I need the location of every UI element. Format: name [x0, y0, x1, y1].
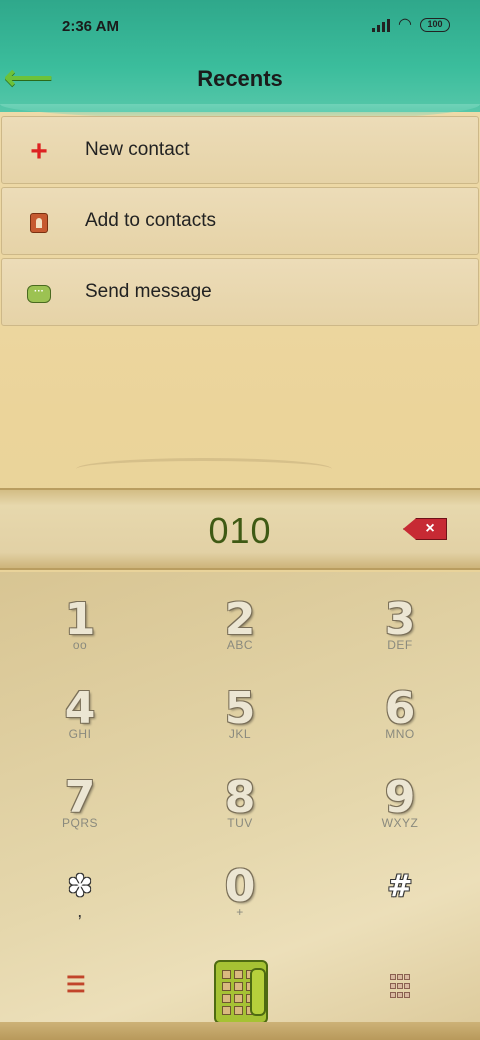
key-5[interactable]: 5 JKL: [160, 671, 320, 760]
key-hash[interactable]: #: [320, 849, 480, 938]
key-digit: 9: [384, 772, 416, 823]
key-digit: 1: [64, 594, 96, 645]
voicemail-icon: ᴏᴏ: [72, 638, 88, 652]
bottom-strip: [0, 1022, 480, 1040]
key-3[interactable]: 3 DEF: [320, 582, 480, 671]
key-digit: 8: [224, 772, 256, 823]
add-to-contacts-label: Add to contacts: [85, 210, 216, 231]
key-letters: +: [236, 905, 244, 919]
status-bar: 2:36 AM ◠ 100: [0, 14, 480, 42]
key-4[interactable]: 4 GHI: [0, 671, 160, 760]
key-digit: 5: [224, 683, 256, 734]
key-6[interactable]: 6 MNO: [320, 671, 480, 760]
key-letters: WXYZ: [381, 816, 419, 830]
key-0[interactable]: 0 +: [160, 849, 320, 938]
new-contact-label: New contact: [85, 139, 190, 160]
menu-list-icon[interactable]: ☰: [66, 974, 90, 998]
key-letters: ,: [77, 901, 83, 921]
key-letters: GHI: [68, 727, 92, 741]
contact-card-icon: [26, 210, 52, 236]
key-digit: 0: [224, 861, 256, 912]
key-letters: TUV: [227, 816, 253, 830]
key-digit: 4: [64, 683, 96, 734]
status-icons: ◠ 100: [372, 16, 450, 33]
add-to-contacts-item[interactable]: Add to contacts: [1, 187, 479, 255]
key-2[interactable]: 2 ABC: [160, 582, 320, 671]
key-7[interactable]: 7 PQRS: [0, 760, 160, 849]
send-message-item[interactable]: ··· Send message: [1, 258, 479, 326]
bottom-bar: ☰: [0, 950, 480, 1040]
wifi-icon: ◠: [398, 16, 412, 33]
key-digit: 2: [224, 594, 256, 645]
key-digit: 7: [64, 772, 96, 823]
hash-icon: #: [387, 869, 413, 904]
battery-icon: 100: [420, 18, 450, 32]
dialpad-toggle-icon[interactable]: [390, 974, 412, 1000]
plus-icon: +: [30, 135, 48, 168]
call-handset-icon: [250, 968, 266, 1016]
header-bar: 2:36 AM ◠ 100 ⟵ Recents: [0, 0, 480, 120]
dial-display: 010 ×: [0, 488, 480, 570]
key-letters: MNO: [385, 727, 415, 741]
key-digit: 6: [384, 683, 416, 734]
key-letters: JKL: [228, 727, 252, 741]
decorative-line: [76, 458, 332, 480]
key-8[interactable]: 8 TUV: [160, 760, 320, 849]
signal-icon: [372, 18, 391, 32]
action-menu: + New contact Add to contacts ··· Send m…: [0, 116, 480, 329]
key-star[interactable]: ✽ ,: [0, 849, 160, 938]
send-message-label: Send message: [85, 281, 212, 302]
key-letters: ABC: [226, 638, 254, 652]
key-1[interactable]: 1 ᴏᴏ: [0, 582, 160, 671]
key-9[interactable]: 9 WXYZ: [320, 760, 480, 849]
message-icon: ···: [26, 281, 52, 307]
new-contact-item[interactable]: + New contact: [1, 116, 479, 184]
key-letters: DEF: [387, 638, 413, 652]
key-digit: 3: [384, 594, 416, 645]
page-title: Recents: [197, 66, 283, 91]
key-letters: PQRS: [61, 816, 98, 830]
status-time: 2:36 AM: [62, 18, 119, 35]
